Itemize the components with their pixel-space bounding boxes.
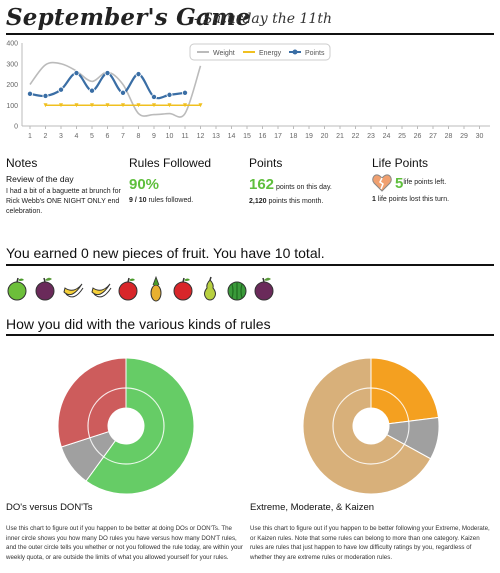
rules-count-text: rules followed.	[146, 197, 194, 204]
points-point	[42, 92, 49, 99]
x-tick-label: 29	[460, 133, 468, 140]
points-month-value: 2,120	[249, 198, 267, 205]
rules-divider	[6, 334, 494, 336]
x-tick-label: 16	[259, 133, 267, 140]
x-tick-label: 17	[274, 133, 282, 140]
life-heading: Life Points	[372, 156, 429, 170]
points-legend-label: Points	[305, 50, 325, 57]
x-tick-label: 13	[212, 133, 220, 140]
points-point	[58, 86, 65, 93]
points-point	[120, 89, 127, 96]
emk-description: Use this chart to figure out if you happ…	[250, 525, 490, 561]
dos-donts-segment-3	[57, 357, 127, 448]
banana-icon	[63, 283, 84, 298]
weight-legend-label: Weight	[213, 50, 235, 57]
x-tick-label: 18	[290, 133, 298, 140]
x-tick-label: 5	[90, 133, 94, 140]
y-tick-label: 300	[6, 61, 18, 68]
heart-icon	[372, 174, 392, 192]
points-point	[135, 71, 142, 78]
points-point	[73, 70, 80, 77]
points-point	[166, 91, 173, 98]
x-tick-label: 23	[367, 133, 375, 140]
x-tick-label: 24	[383, 133, 391, 140]
x-tick-label: 11	[181, 133, 188, 140]
pineapple-icon	[150, 276, 162, 302]
notes-heading: Notes	[6, 156, 38, 170]
x-tick-label: 15	[243, 133, 251, 140]
dos-donts-donut	[57, 357, 195, 495]
points-point	[150, 93, 157, 100]
x-tick-label: 2	[44, 133, 48, 140]
banana-icon	[91, 283, 112, 298]
header-divider	[6, 33, 494, 35]
points-series-line	[29, 71, 186, 100]
x-tick-label: 26	[414, 133, 422, 140]
life-left-value: 5	[395, 174, 404, 192]
x-tick-label: 21	[336, 133, 344, 140]
rules-count: 9 / 10	[129, 197, 147, 204]
life-block: 5 life points left. 1 life points lost t…	[372, 174, 449, 205]
y-tick-label: 100	[6, 103, 18, 110]
dos-donts-title: DO's versus DON'Ts	[6, 502, 93, 513]
energy-legend-label: Energy	[259, 50, 282, 57]
x-tick-label: 14	[228, 133, 236, 140]
plum-icon	[35, 277, 55, 301]
plum-icon	[254, 277, 274, 301]
rules-percent: 90%	[129, 176, 160, 193]
line-chart: 01002003004001 2 3 4 5 6 7 8 9 10 11 12 13 14 15 16 17 18…	[6, 41, 490, 140]
x-tick-label: 22	[352, 133, 360, 140]
page-subtitle: - Saturday the 11th	[194, 11, 332, 27]
x-tick-label: 28	[445, 133, 453, 140]
apple-icon	[173, 277, 193, 301]
rules-section-heading: How you did with the various kinds of ru…	[6, 316, 271, 332]
x-tick-label: 12	[197, 133, 205, 140]
points-legend-marker	[292, 49, 298, 55]
x-tick-label: 10	[166, 133, 174, 140]
points-day-text: points on this day.	[274, 184, 332, 191]
fruit-heading: You earned 0 new pieces of fruit. You ha…	[6, 245, 325, 261]
x-tick-label: 30	[476, 133, 484, 140]
life-lost-text: life points lost this turn.	[375, 196, 450, 203]
chart-legend: Weight Energy Points	[189, 43, 331, 61]
y-tick-label: 0	[14, 124, 18, 131]
x-tick-label: 7	[121, 133, 125, 140]
x-tick-label: 8	[137, 133, 141, 140]
notes-text: I had a bit of a baguette at brunch for …	[6, 188, 121, 215]
emk-title: Extreme, Moderate, & Kaizen	[250, 502, 375, 513]
x-tick-label: 6	[106, 133, 110, 140]
apple-icon	[7, 277, 27, 301]
points-point	[104, 70, 111, 77]
points-point	[181, 89, 188, 96]
rules-block: 90% 9 / 10 rules followed.	[129, 176, 193, 206]
x-tick-label: 9	[152, 133, 156, 140]
points-day-value: 162	[249, 176, 275, 193]
fruit-divider	[6, 264, 494, 266]
points-month-text: points this month.	[266, 198, 324, 205]
points-point	[26, 90, 33, 97]
points-block: 162 points on this day. 2,120 points thi…	[249, 176, 332, 207]
watermelon-icon	[227, 281, 247, 301]
pear-icon	[204, 276, 216, 301]
x-tick-label: 27	[429, 133, 437, 140]
x-tick-label: 1	[28, 133, 32, 140]
apple-icon	[118, 277, 138, 301]
points-heading: Points	[249, 156, 283, 170]
x-tick-label: 25	[398, 133, 406, 140]
extreme-moderate-kaizen-segment-1	[370, 357, 440, 425]
notes-block: Review of the day I had a bit of a bague…	[6, 174, 122, 217]
extreme-moderate-kaizen-donut	[302, 357, 440, 495]
y-tick-label: 200	[6, 82, 18, 89]
x-tick-label: 3	[59, 133, 63, 140]
dos-donts-description: Use this chart to figure out if you happ…	[6, 525, 243, 561]
weight-series-line	[29, 61, 202, 118]
life-left-text: life points left.	[403, 179, 447, 186]
y-tick-label: 400	[6, 41, 18, 48]
x-tick-label: 19	[305, 133, 313, 140]
rules-heading: Rules Followed	[129, 156, 212, 170]
points-point	[89, 87, 96, 94]
x-tick-label: 20	[321, 133, 329, 140]
x-tick-label: 4	[75, 133, 79, 140]
notes-subheading: Review of the day	[6, 174, 74, 184]
